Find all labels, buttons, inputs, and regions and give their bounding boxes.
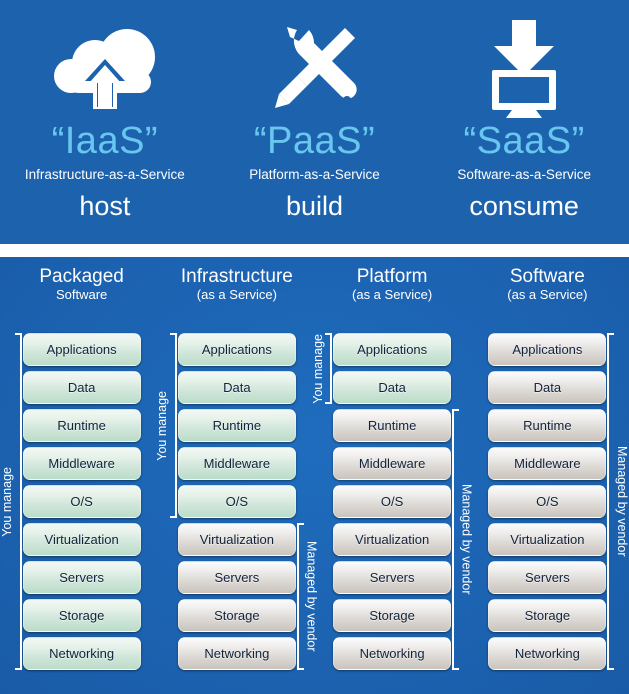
stack-column-title-sub: (as a Service) [352, 287, 433, 303]
bracket-bar [14, 333, 22, 670]
stack-columns-container: Packaged Software Applications Data Runtime M… [0, 263, 629, 688]
service-abbreviation: “SaaS” [463, 120, 585, 162]
bracket-bar [325, 333, 333, 404]
bracket-bar [452, 409, 460, 670]
bracket-label: You manage [155, 390, 170, 461]
service-card-saas: “SaaS” Software-as-a-Service consume [419, 0, 629, 244]
bracket-bar [607, 333, 615, 670]
service-full-name: Infrastructure-as-a-Service [24, 167, 185, 182]
service-verb: consume [469, 191, 579, 221]
layer-box[interactable]: Servers [177, 561, 296, 594]
layer-box[interactable]: Runtime [333, 409, 452, 442]
wrench-screwdriver-icon [267, 16, 363, 120]
layer-box[interactable]: Servers [22, 561, 141, 594]
layer-box[interactable]: Applications [22, 333, 141, 366]
layer-box[interactable]: Middleware [22, 447, 141, 480]
stack-column-title: Software (as a Service) [507, 263, 587, 333]
layer-box[interactable]: Data [333, 371, 452, 404]
service-card-paas: “PaaS” Platform-as-a-Service build [210, 0, 420, 244]
stack-column: Platform (as a Service) Applications Data Ru… [310, 263, 474, 688]
layer-box[interactable]: Servers [333, 561, 452, 594]
bracket-label: You manage [0, 466, 15, 537]
layer-box[interactable]: O/S [177, 485, 296, 518]
layer-box[interactable]: Middleware [333, 447, 452, 480]
layer-list: Applications Data Runtime Middleware O/S Virt… [333, 333, 452, 670]
layer-box[interactable]: Storage [333, 599, 452, 632]
stack-column-title-sub: (as a Service) [196, 287, 277, 303]
stack-column-title-main: Packaged [39, 266, 124, 287]
section-separator [0, 244, 629, 257]
responsibility-stack-panel: Packaged Software Applications Data Runtime M… [0, 257, 629, 694]
layer-box[interactable]: O/S [22, 485, 141, 518]
layer-box[interactable]: Middleware [488, 447, 607, 480]
service-abbreviation: “IaaS” [51, 120, 159, 162]
responsibility-bracket: You manage [310, 333, 333, 404]
stack-column-title-sub: Software [55, 287, 108, 303]
layer-box[interactable]: Virtualization [177, 523, 296, 556]
service-models-banner: “IaaS” Infrastructure-as-a-Service host … [0, 0, 629, 244]
stack-column-title-main: Infrastructure [180, 266, 293, 287]
layer-box[interactable]: Data [177, 371, 296, 404]
download-to-monitor-icon [478, 16, 570, 120]
layer-box[interactable]: Applications [488, 333, 607, 366]
layer-box[interactable]: O/S [333, 485, 452, 518]
layer-box[interactable]: Runtime [177, 409, 296, 442]
stack-column-title-main: Platform [356, 266, 428, 287]
bracket-label: Managed by vendor [614, 446, 629, 557]
stack-column-title-sub: (as a Service) [507, 287, 588, 303]
bracket-bar [169, 333, 177, 518]
layer-box[interactable]: Applications [333, 333, 452, 366]
layer-list: Applications Data Runtime Middleware O/S Virt… [488, 333, 607, 670]
layer-box[interactable]: Storage [177, 599, 296, 632]
stack-column: Infrastructure (as a Service) Applications… [155, 263, 318, 688]
layer-box[interactable]: Applications [177, 333, 296, 366]
responsibility-bracket: You manage [0, 333, 22, 670]
layer-box[interactable]: Data [488, 371, 607, 404]
layer-box[interactable]: Runtime [22, 409, 141, 442]
stack-column-title: Packaged Software [39, 263, 124, 333]
layer-box[interactable]: Networking [177, 637, 296, 670]
layer-box[interactable]: Servers [488, 561, 607, 594]
layer-box[interactable]: Virtualization [333, 523, 452, 556]
stack-column: Software (as a Service) Applications Data Ru… [470, 263, 629, 688]
responsibility-bracket: You manage [155, 333, 177, 518]
layer-box[interactable]: Middleware [177, 447, 296, 480]
layer-box[interactable]: Storage [488, 599, 607, 632]
responsibility-bracket: Managed by vendor [607, 333, 629, 670]
stack-column-title-main: Software [509, 266, 585, 287]
service-card-iaas: “IaaS” Infrastructure-as-a-Service host [0, 0, 210, 244]
layer-box[interactable]: Runtime [488, 409, 607, 442]
layer-box[interactable]: Networking [22, 637, 141, 670]
layer-list: Applications Data Runtime Middleware O/S Virt… [177, 333, 296, 670]
service-full-name: Software-as-a-Service [457, 167, 591, 182]
layer-box[interactable]: Data [22, 371, 141, 404]
stack-column-title: Infrastructure (as a Service) [181, 263, 293, 333]
layer-list: Applications Data Runtime Middleware O/S Virt… [22, 333, 141, 670]
service-full-name: Platform-as-a-Service [249, 167, 380, 182]
layer-box[interactable]: Virtualization [22, 523, 141, 556]
stack-column: Packaged Software Applications Data Runtime M… [0, 263, 159, 688]
service-abbreviation: “PaaS” [253, 120, 376, 162]
layer-box[interactable]: Virtualization [488, 523, 607, 556]
layer-box[interactable]: Storage [22, 599, 141, 632]
service-verb: build [285, 191, 344, 221]
layer-box[interactable]: Networking [333, 637, 452, 670]
cloud-upload-icon [49, 16, 161, 120]
bracket-label: You manage [310, 333, 325, 404]
service-verb: host [79, 191, 131, 221]
stack-column-title: Platform (as a Service) [352, 263, 432, 333]
bracket-bar [296, 523, 304, 670]
layer-box[interactable]: O/S [488, 485, 607, 518]
layer-box[interactable]: Networking [488, 637, 607, 670]
